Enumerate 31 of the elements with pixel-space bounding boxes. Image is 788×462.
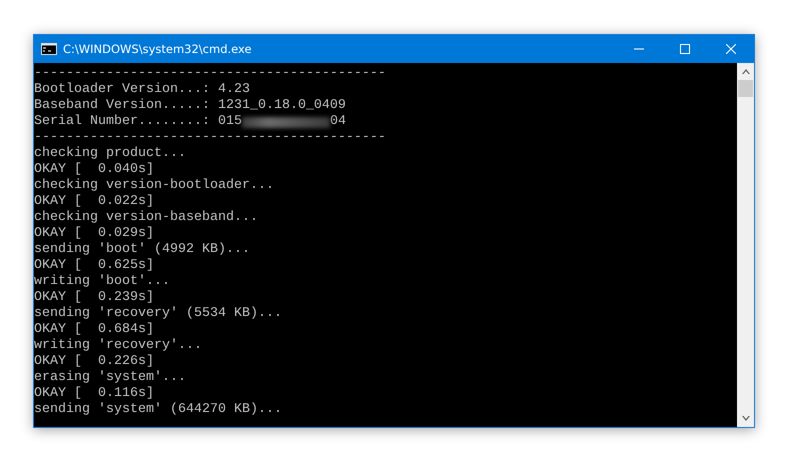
console-line: OKAY [ 0.022s]: [34, 194, 154, 210]
console-line: OKAY [ 0.239s]: [34, 290, 154, 306]
console-line: OKAY [ 0.684s]: [34, 322, 154, 338]
console-line: sending 'system' (644270 KB)...: [34, 402, 282, 418]
scroll-down-icon[interactable]: [742, 416, 750, 421]
console-line: OKAY [ 0.116s]: [34, 386, 154, 402]
console-line: Serial Number........: 015: [34, 114, 242, 130]
console-line: checking version-baseband...: [34, 210, 258, 226]
console-line: 04: [330, 114, 346, 130]
console-line: writing 'recovery'...: [34, 338, 202, 354]
console-icon: [41, 43, 57, 55]
scroll-thumb[interactable]: [738, 80, 753, 97]
scroll-bar[interactable]: [737, 63, 754, 427]
console-line: OKAY [ 0.040s]: [34, 162, 154, 178]
console-line: Bootloader Version...: 4.23: [34, 82, 250, 98]
console-line: sending 'boot' (4992 KB)...: [34, 242, 250, 258]
console-line: --------------------------------------------: [34, 66, 386, 82]
window-title: C:\WINDOWS\system32\cmd.exe: [63, 42, 252, 56]
console-line: Baseband Version.....: 1231_0.18.0_0409: [34, 98, 346, 114]
console-line: erasing 'system'...: [34, 370, 186, 386]
console-line: sending 'recovery' (5534 KB)...: [34, 306, 282, 322]
console-line: OKAY [ 0.226s]: [34, 354, 154, 370]
console-line: OKAY [ 0.029s]: [34, 226, 154, 242]
scroll-up-icon[interactable]: [742, 69, 750, 74]
console-line: writing 'boot'...: [34, 274, 170, 290]
console-line: checking product...: [34, 146, 186, 162]
close-icon: [726, 44, 736, 54]
console-line: OKAY [ 0.625s]: [34, 258, 154, 274]
console-line: checking version-bootloader...: [34, 178, 274, 194]
maximize-icon: [680, 44, 690, 54]
console-line: --------------------------------------------: [34, 130, 386, 146]
